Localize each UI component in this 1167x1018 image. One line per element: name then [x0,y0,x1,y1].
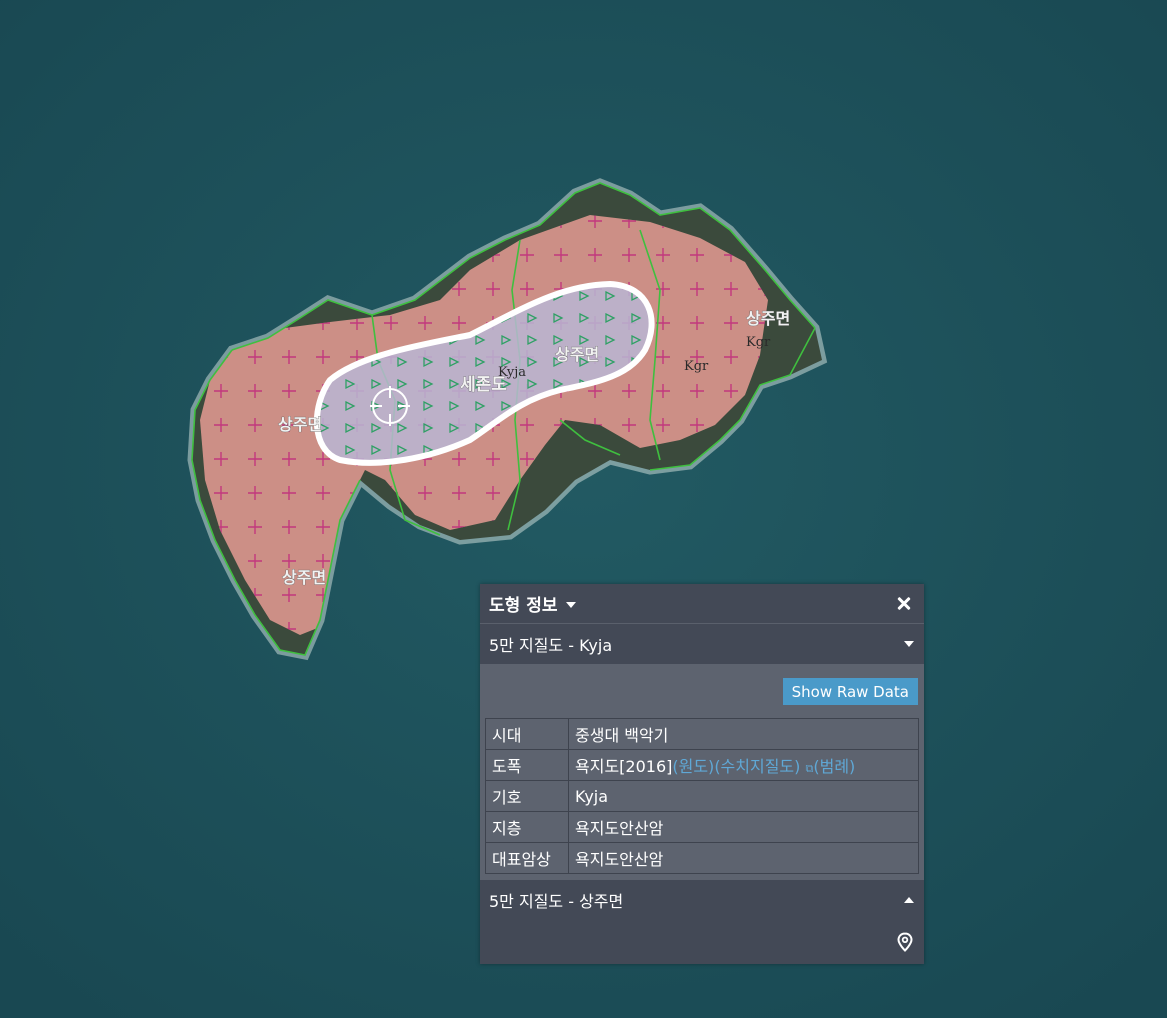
feature-info-panel: 도형 정보 5만 지질도 - Kyja Show Raw Data 시대 중생대… [480,584,924,964]
property-key: 지층 [485,811,569,843]
collapse-chevron-icon[interactable] [904,641,914,647]
link-legend[interactable]: (범례) [813,757,855,776]
property-value-sheet: 욕지도[2016](원도)(수치지질도) ⧉(범례) [568,749,919,781]
property-key: 시대 [485,718,569,750]
map-pin-icon[interactable] [896,932,914,952]
section-kyja-title: 5만 지질도 - Kyja [489,636,613,655]
property-value: Kyja [568,780,919,812]
link-digital-map[interactable]: (수치지질도) [714,757,800,776]
panel-footer [480,920,924,964]
table-row: 대표암상 욕지도안산암 [485,842,919,874]
label-sangjumyeon-4: 상주면 [746,309,790,328]
sheet-name: 욕지도[2016] [575,757,673,776]
close-icon[interactable] [894,593,916,615]
panel-header: 도형 정보 [480,584,924,624]
label-sangjumyeon-3: 상주면 [555,345,599,364]
property-key: 기호 [485,780,569,812]
panel-title[interactable]: 도형 정보 [489,591,557,616]
section-sangjumyeon-header[interactable]: 5만 지질도 - 상주면 [480,880,924,920]
table-row: 기호 Kyja [485,780,919,812]
section-sangjumyeon-title: 5만 지질도 - 상주면 [489,892,624,911]
show-raw-data-button[interactable]: Show Raw Data [782,678,918,705]
property-key: 도폭 [485,749,569,781]
section-kyja-header[interactable]: 5만 지질도 - Kyja [480,624,924,664]
expand-chevron-icon[interactable] [904,897,914,903]
section-kyja-body: Show Raw Data 시대 중생대 백악기 도폭 욕지도[2016](원도… [480,664,924,880]
property-key: 대표암상 [485,842,569,874]
table-row: 시대 중생대 백악기 [485,718,919,750]
property-value: 중생대 백악기 [568,718,919,750]
link-original-map[interactable]: (원도) [672,757,714,776]
label-sangjumyeon-2: 상주면 [282,568,326,587]
label-kyja: Kyja [498,365,526,380]
caret-down-icon[interactable] [566,601,577,608]
table-row: 지층 욕지도안산암 [485,811,919,843]
property-value: 욕지도안산암 [568,811,919,843]
properties-table: 시대 중생대 백악기 도폭 욕지도[2016](원도)(수치지질도) ⧉(범례)… [485,718,919,874]
label-kgr-1: Kgr [684,359,709,374]
label-kgr-2: Kgr [746,335,771,350]
table-row: 도폭 욕지도[2016](원도)(수치지질도) ⧉(범례) [485,749,919,781]
property-value: 욕지도안산암 [568,842,919,874]
label-sangjumyeon-1: 상주면 [278,415,322,434]
